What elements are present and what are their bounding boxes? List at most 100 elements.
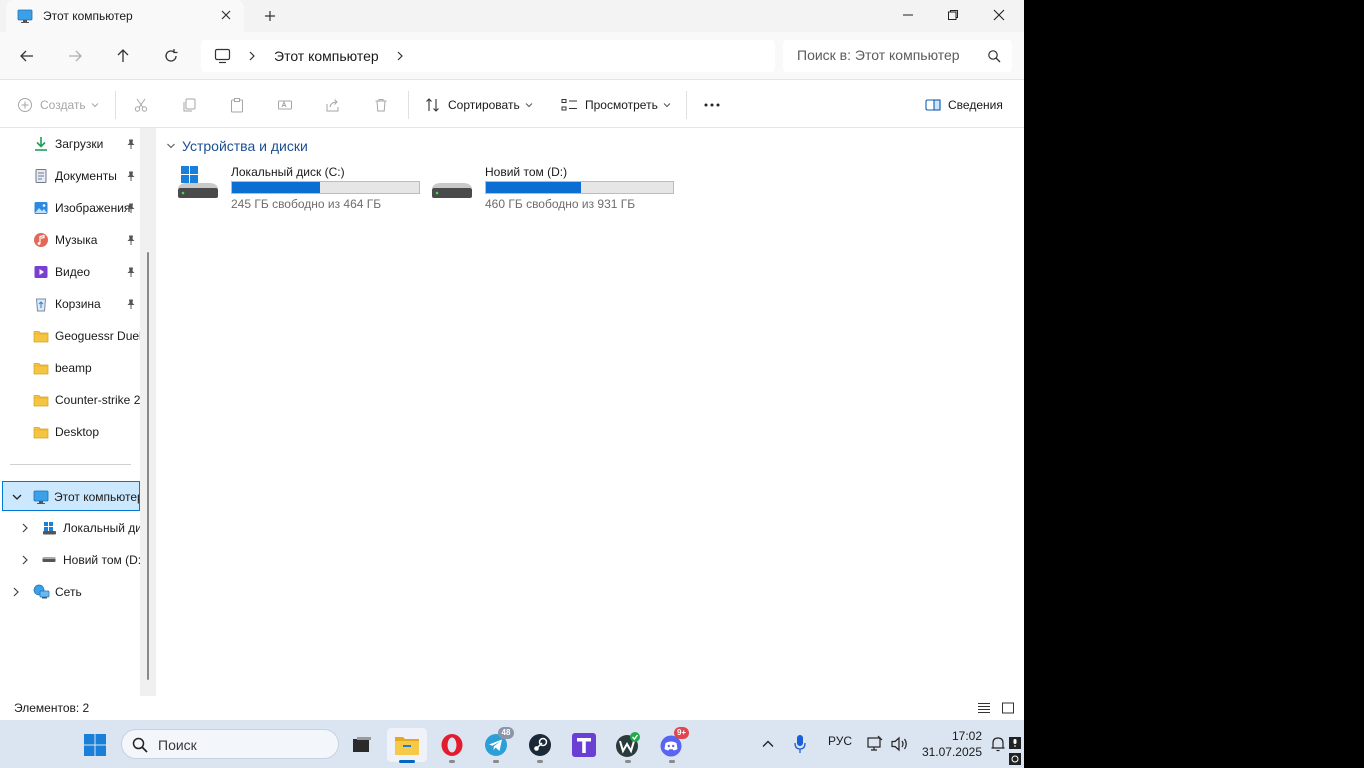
notifications-icon[interactable] (990, 735, 1006, 753)
view-icon (561, 99, 577, 111)
search-input[interactable] (797, 47, 977, 63)
sidebar-item-downloads[interactable]: Загрузки (0, 129, 140, 159)
sidebar-item-documents[interactable]: Документы (0, 161, 140, 191)
drive-tile-c[interactable]: Локальный диск (C:) 245 ГБ свободно из 4… (174, 162, 424, 212)
start-button[interactable] (75, 728, 115, 762)
address-row: Этот компьютер (0, 32, 1024, 80)
pin-icon[interactable] (125, 138, 137, 150)
arrow-left-icon (20, 50, 33, 62)
refresh-button[interactable] (159, 44, 183, 68)
tree-item-drive-c[interactable]: Локальный диск (C:) (0, 513, 140, 543)
more-options-button[interactable] (704, 93, 720, 117)
drive-tile-d[interactable]: Новий том (D:) 460 ГБ свободно из 931 ГБ (428, 162, 678, 212)
sidebar-scrollbar[interactable] (140, 128, 156, 696)
chevron-down-icon[interactable] (11, 491, 23, 503)
drive-free-space: 460 ГБ свободно из 931 ГБ (485, 197, 636, 211)
chevron-right-icon[interactable] (395, 50, 405, 62)
telegram-badge: 48 (498, 727, 514, 739)
breadcrumb[interactable]: Этот компьютер (274, 48, 379, 64)
pin-icon[interactable] (125, 266, 137, 278)
view-button[interactable]: Просмотреть (561, 93, 671, 117)
sidebar-item-desktop[interactable]: Desktop (0, 417, 140, 447)
divider (10, 464, 131, 465)
recycle-bin-icon (35, 298, 47, 312)
sidebar-item-music[interactable]: Музыка (0, 225, 140, 255)
details-view-icon[interactable] (977, 701, 991, 715)
running-indicator (537, 760, 543, 763)
group-header-devices[interactable]: Устройства и диски (166, 138, 308, 154)
task-view-button[interactable] (342, 728, 382, 762)
maximize-button[interactable] (930, 0, 976, 30)
language-indicator[interactable]: РУС (828, 734, 852, 748)
close-window-button[interactable] (976, 0, 1022, 30)
sidebar-item-label: Geoguessr Duels (55, 329, 140, 343)
microphone-icon[interactable] (793, 734, 807, 754)
microphone-status-icon[interactable] (1008, 736, 1022, 750)
location-status-icon[interactable] (1008, 752, 1022, 766)
scrollbar-thumb[interactable] (147, 252, 149, 680)
delete-button[interactable] (373, 93, 389, 117)
taskbar-opera[interactable] (432, 728, 472, 763)
documents-icon (35, 169, 47, 183)
sidebar-item-pictures[interactable]: Изображения (0, 193, 140, 223)
paste-button[interactable] (229, 93, 245, 117)
network-status-icon[interactable] (866, 735, 884, 753)
rename-icon (278, 100, 292, 110)
pin-icon[interactable] (125, 170, 137, 182)
sort-button[interactable]: Сортировать (425, 93, 533, 117)
chevron-right-icon[interactable] (247, 50, 257, 62)
address-bar[interactable]: Этот компьютер (201, 40, 775, 72)
minimize-button[interactable] (885, 0, 931, 30)
chevron-right-icon[interactable] (10, 586, 22, 598)
sidebar-item-geoguessr[interactable]: Geoguessr Duels (0, 321, 140, 351)
sidebar-item-videos[interactable]: Видео (0, 257, 140, 287)
taskbar-discord[interactable]: 9+ (652, 727, 692, 763)
sidebar-item-beamp[interactable]: beamp (0, 353, 140, 383)
chevron-up-icon[interactable] (761, 737, 775, 751)
chevron-right-icon[interactable] (19, 554, 31, 566)
tab-this-pc[interactable]: Этот компьютер (6, 0, 244, 32)
forward-button[interactable] (63, 44, 87, 68)
steam-icon (529, 734, 551, 756)
new-tab-icon[interactable] (262, 8, 278, 24)
taskbar-search[interactable]: Поиск (121, 729, 339, 759)
rename-button[interactable] (277, 93, 293, 117)
close-tab-icon[interactable] (219, 8, 233, 22)
tab-title: Этот компьютер (43, 9, 133, 23)
drive-usage-fill (232, 182, 320, 193)
volume-icon[interactable] (890, 735, 910, 753)
taskbar-steam[interactable] (520, 728, 560, 763)
divider (408, 91, 409, 119)
close-icon (993, 9, 1005, 21)
scissors-icon (134, 98, 148, 112)
copy-button[interactable] (181, 93, 197, 117)
sidebar-item-recycle-bin[interactable]: Корзина (0, 289, 140, 319)
taskbar-app-t[interactable] (564, 728, 604, 762)
back-button[interactable] (15, 44, 39, 68)
pin-icon[interactable] (125, 234, 137, 246)
tree-item-network[interactable]: Сеть (0, 577, 140, 607)
up-button[interactable] (111, 44, 135, 68)
sidebar-item-counter-strike[interactable]: Counter-strike 2 (0, 385, 140, 415)
share-icon (326, 99, 339, 112)
taskbar-telegram[interactable]: 48 (476, 727, 516, 763)
chevron-down-icon (525, 103, 533, 108)
taskbar-file-explorer[interactable] (387, 728, 427, 763)
more-icon (704, 103, 720, 107)
cut-button[interactable] (133, 93, 149, 117)
clock[interactable]: 17:02 31.07.2025 (912, 728, 982, 760)
chevron-down-icon[interactable] (166, 141, 176, 151)
search-icon[interactable] (987, 49, 1001, 63)
tree-item-drive-d[interactable]: Новий том (D:) (0, 545, 140, 575)
details-pane-button[interactable]: Сведения (925, 93, 1003, 117)
pin-icon[interactable] (125, 298, 137, 310)
search-icon (132, 737, 148, 753)
tree-item-this-pc[interactable]: Этот компьютер (2, 481, 140, 511)
pin-icon[interactable] (125, 202, 137, 214)
share-button[interactable] (325, 93, 341, 117)
tiles-view-icon[interactable] (1001, 701, 1015, 715)
taskbar-app-w[interactable] (608, 728, 648, 763)
search-box (783, 40, 1012, 72)
create-button[interactable]: Создать (17, 93, 99, 117)
chevron-right-icon[interactable] (19, 522, 31, 534)
